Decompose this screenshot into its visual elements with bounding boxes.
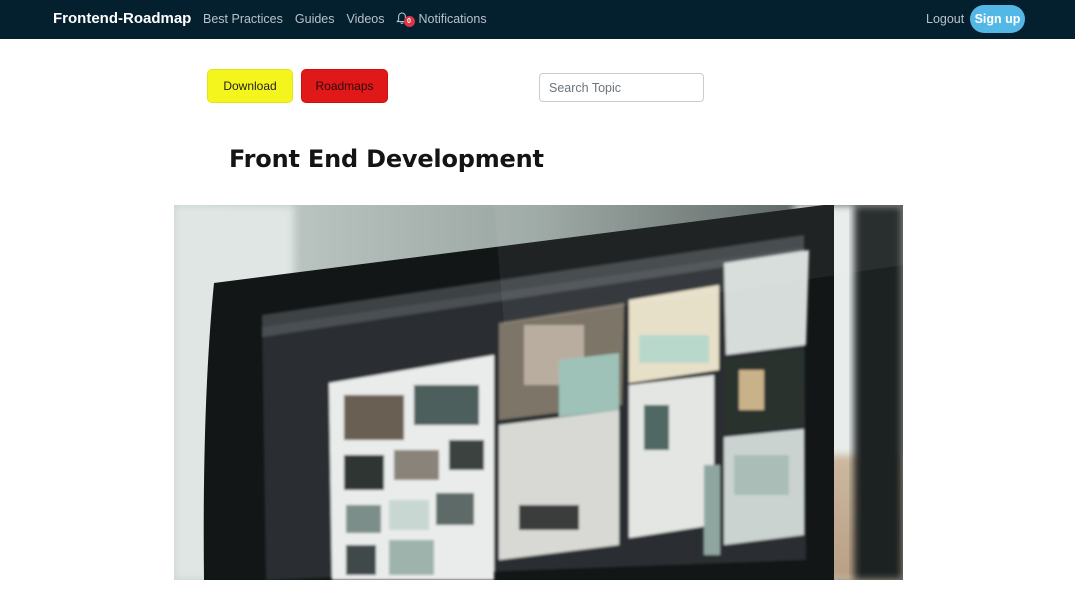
signup-button[interactable]: Sign up bbox=[970, 5, 1025, 33]
nav-link-guides[interactable]: Guides bbox=[295, 12, 335, 26]
notifications-label: Notifications bbox=[418, 12, 487, 26]
page-title: Front End Development bbox=[229, 145, 544, 173]
roadmaps-button[interactable]: Roadmaps bbox=[301, 69, 388, 103]
nav-link-best-practices[interactable]: Best Practices bbox=[203, 12, 283, 26]
brand-link[interactable]: Frontend-Roadmap bbox=[53, 10, 191, 27]
download-button[interactable]: Download bbox=[207, 69, 293, 103]
notification-count-badge: 0 bbox=[403, 16, 415, 27]
hero-image bbox=[174, 205, 903, 580]
nav-links: Best Practices Guides Videos 0 Notificat… bbox=[203, 12, 487, 27]
logout-link[interactable]: Logout bbox=[926, 12, 964, 26]
bell-icon: 0 bbox=[395, 12, 415, 27]
nav-link-videos[interactable]: Videos bbox=[347, 12, 385, 26]
search-topic-input[interactable] bbox=[539, 73, 704, 102]
notifications-link[interactable]: 0 Notifications bbox=[395, 12, 487, 27]
top-navbar: Frontend-Roadmap Best Practices Guides V… bbox=[0, 0, 1075, 39]
